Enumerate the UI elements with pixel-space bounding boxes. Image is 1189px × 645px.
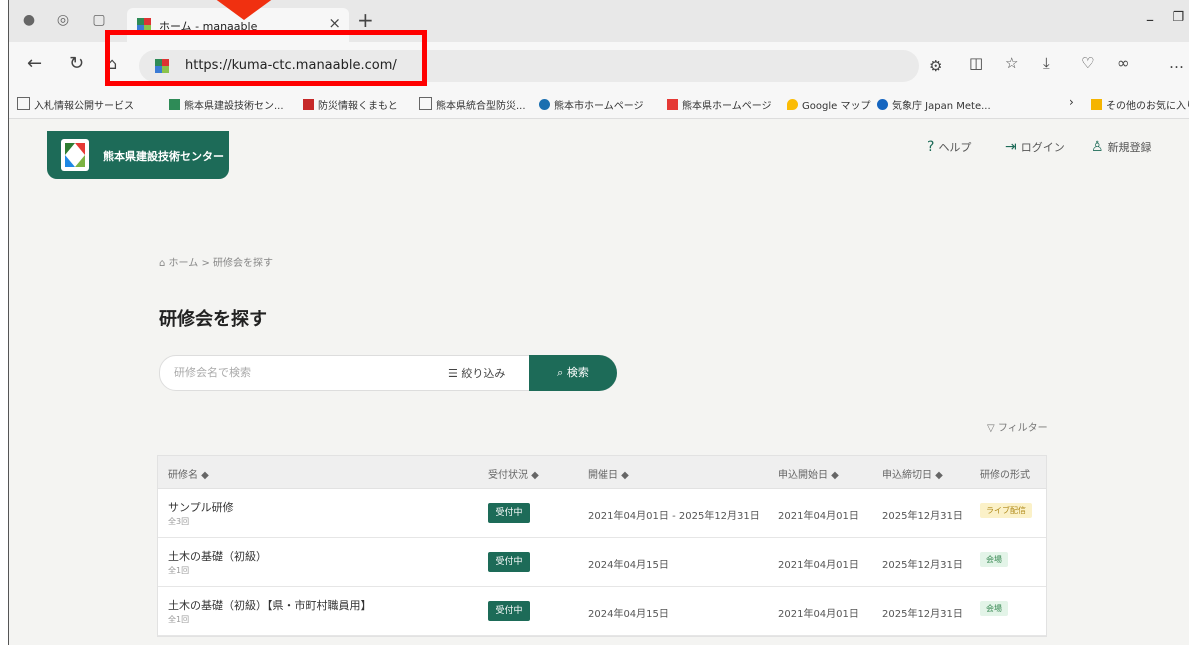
- bookmarks-bar: 入札情報公開サービス 熊本県建設技術セン... 防災情報くまもと 熊本県統合型防…: [9, 90, 1189, 119]
- chevron-right-icon[interactable]: ›: [1069, 95, 1074, 109]
- extensions-icon[interactable]: ⚙: [929, 57, 942, 75]
- format-badge: ライブ配信: [980, 503, 1032, 518]
- site-header[interactable]: 熊本県建設技術センター: [47, 131, 229, 179]
- column-header[interactable]: 受付状況 ◆: [488, 466, 539, 481]
- training-name[interactable]: サンプル研修: [168, 499, 234, 515]
- bookmark-item[interactable]: 熊本県ホームページ: [667, 97, 772, 112]
- search-icon: ⌕: [557, 366, 567, 379]
- page-content: 熊本県建設技術センター ? ヘルプ ⇥ ログイン ♙ 新規登録 ⌂ ホーム > 研修会…: [9, 119, 1189, 645]
- home-icon: ⌂: [159, 258, 166, 269]
- training-name[interactable]: 土木の基礎（初級）: [168, 548, 267, 564]
- copilot-icon[interactable]: ∞: [1117, 54, 1130, 72]
- apply-end-date: 2025年12月31日: [882, 560, 963, 571]
- more-icon[interactable]: …: [1169, 54, 1184, 72]
- refresh-icon[interactable]: ↻: [69, 54, 84, 74]
- breadcrumb-home[interactable]: ホーム: [169, 258, 199, 269]
- session-count: 全3回: [168, 517, 190, 526]
- favorites-icon[interactable]: ☆: [1005, 54, 1018, 72]
- bookmark-item[interactable]: 入札情報公開サービス: [17, 97, 134, 112]
- search-button[interactable]: ⌕ 検索: [529, 355, 617, 391]
- apply-start-date: 2021年04月01日: [778, 560, 859, 571]
- url-highlight-box: [105, 30, 427, 86]
- site-favicon-icon: [303, 99, 314, 110]
- profile-icon[interactable]: ●: [21, 12, 37, 28]
- column-header: 研修の形式: [980, 470, 1030, 481]
- bookmark-item[interactable]: 熊本市ホームページ: [539, 97, 644, 112]
- browser-window: ● ◎ ▢ ホーム - manaable × + – ❐ ← ↻ ⌂ https…: [8, 0, 1189, 645]
- table-row[interactable]: 土木の基礎（初級）【県・市町村職員用】 全1回 受付中 2024年04月15日 …: [158, 587, 1046, 636]
- column-header[interactable]: 研修名 ◆: [168, 466, 209, 481]
- site-favicon-icon: [877, 99, 888, 110]
- map-pin-icon: [787, 99, 798, 110]
- format-badge: 会場: [980, 601, 1008, 616]
- funnel-icon: ▽: [987, 423, 998, 434]
- training-name[interactable]: 土木の基礎（初級）【県・市町村職員用】: [168, 597, 372, 613]
- question-icon: ?: [927, 139, 935, 155]
- apply-end-date: 2025年12月31日: [882, 609, 963, 620]
- breadcrumb-current: 研修会を探す: [213, 258, 274, 269]
- maximize-icon[interactable]: ❐: [1172, 10, 1184, 25]
- back-icon[interactable]: ←: [27, 54, 42, 74]
- table-row[interactable]: 土木の基礎（初級） 全1回 受付中 2024年04月15日 2021年04月01…: [158, 538, 1046, 587]
- status-badge: 受付中: [488, 601, 530, 621]
- add-user-icon: ♙: [1091, 139, 1104, 155]
- column-header[interactable]: 申込開始日 ◆: [778, 466, 839, 481]
- breadcrumb: ⌂ ホーム > 研修会を探す: [159, 258, 274, 269]
- split-screen-icon[interactable]: ◫: [969, 54, 983, 72]
- apply-end-date: 2025年12月31日: [882, 511, 963, 522]
- status-badge: 受付中: [488, 503, 530, 523]
- event-date: 2024年04月15日: [588, 560, 669, 571]
- filter-icon: ☰: [448, 367, 462, 380]
- new-tab-button[interactable]: +: [357, 10, 374, 30]
- filter-button[interactable]: ☰ 絞り込み: [448, 365, 505, 381]
- column-header[interactable]: 申込締切日 ◆: [882, 466, 943, 481]
- training-table: 研修名 ◆ 受付状況 ◆ 開催日 ◆ 申込開始日 ◆ 申込締切日 ◆ 研修の形式…: [157, 455, 1047, 637]
- search-input[interactable]: [174, 366, 424, 379]
- table-header: 研修名 ◆ 受付状況 ◆ 開催日 ◆ 申込開始日 ◆ 申込締切日 ◆ 研修の形式: [158, 456, 1046, 489]
- apply-start-date: 2021年04月01日: [778, 609, 859, 620]
- session-count: 全1回: [168, 615, 190, 624]
- minimize-icon[interactable]: –: [1146, 10, 1154, 29]
- bookmark-folder[interactable]: その他のお気に入り: [1091, 97, 1189, 112]
- site-favicon-icon: [667, 99, 678, 110]
- folder-icon: [1091, 99, 1102, 110]
- column-header[interactable]: 開催日 ◆: [588, 466, 629, 481]
- table-row[interactable]: サンプル研修 全3回 受付中 2021年04月01日 - 2025年12月31日…: [158, 489, 1046, 538]
- filter-link[interactable]: ▽ フィルター: [987, 419, 1048, 434]
- status-badge: 受付中: [488, 552, 530, 572]
- event-date: 2024年04月15日: [588, 609, 669, 620]
- page-icon: [17, 97, 30, 110]
- page-title: 研修会を探す: [159, 309, 267, 330]
- tab-actions-icon[interactable]: ▢: [91, 12, 107, 28]
- performance-icon[interactable]: ♡: [1081, 54, 1094, 72]
- bookmark-item[interactable]: 防災情報くまもと: [303, 97, 398, 112]
- page-icon: [419, 97, 432, 110]
- workspaces-icon[interactable]: ◎: [55, 12, 71, 28]
- session-count: 全1回: [168, 566, 190, 575]
- pointer-arrow-icon: [214, 0, 274, 20]
- help-link[interactable]: ? ヘルプ: [927, 139, 971, 155]
- site-favicon-icon: [539, 99, 550, 110]
- event-date: 2021年04月01日 - 2025年12月31日: [588, 511, 760, 522]
- site-favicon-icon: [169, 99, 180, 110]
- site-logo-icon: [61, 139, 89, 171]
- login-icon: ⇥: [1005, 139, 1017, 155]
- login-link[interactable]: ⇥ ログイン: [1005, 139, 1065, 155]
- search-bar: ☰ 絞り込み ⌕ 検索: [159, 355, 617, 391]
- apply-start-date: 2021年04月01日: [778, 511, 859, 522]
- bookmark-item[interactable]: Google マップ: [787, 97, 870, 112]
- register-link[interactable]: ♙ 新規登録: [1091, 139, 1152, 155]
- bookmark-item[interactable]: 熊本県統合型防災...: [419, 97, 526, 112]
- format-badge: 会場: [980, 552, 1008, 567]
- site-name: 熊本県建設技術センター: [103, 150, 224, 163]
- downloads-icon[interactable]: ⤓: [1043, 54, 1050, 72]
- bookmark-item[interactable]: 熊本県建設技術セン...: [169, 97, 284, 112]
- bookmark-item[interactable]: 気象庁 Japan Mete...: [877, 97, 991, 112]
